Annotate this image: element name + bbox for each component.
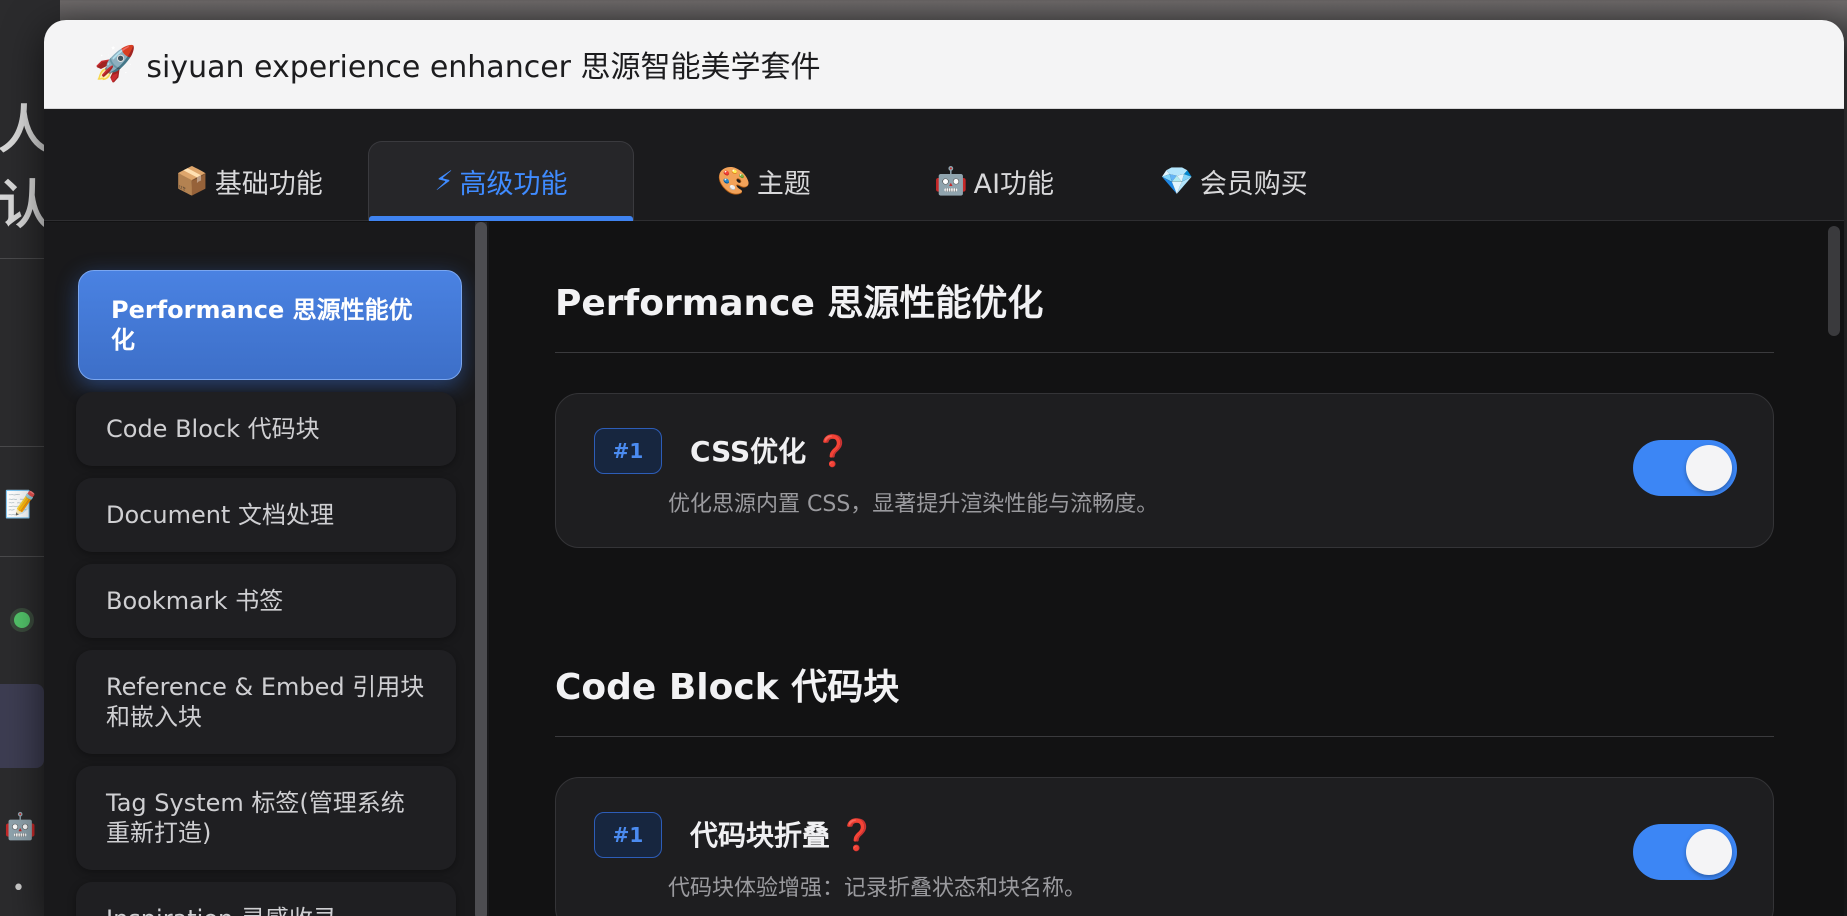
tab-label: 主题 bbox=[756, 168, 811, 200]
background-app-active-item bbox=[0, 684, 44, 768]
rocket-icon: 🚀 bbox=[94, 44, 137, 84]
tab-bar: 📦 基础功能 ⚡ 高级功能 🎨 主题 🤖 AI功能 💎 会员购买 bbox=[44, 109, 1844, 221]
tab-label: 会员购买 bbox=[1199, 168, 1308, 200]
sidebar-item-reference-embed[interactable]: Reference & Embed 引用块和嵌入块 bbox=[76, 650, 456, 754]
setting-title: CSS优化 ❓ bbox=[690, 430, 852, 470]
setting-description: 代码块体验增强：记录折叠状态和块名称。 bbox=[668, 876, 1087, 901]
palette-icon: 🎨 bbox=[717, 166, 751, 197]
setting-description: 优化思源内置 CSS，显著提升渲染性能与流畅度。 bbox=[668, 492, 1159, 517]
dialog-body: Performance 思源性能优化 Code Block 代码块 Docume… bbox=[44, 222, 1844, 916]
memo-icon: 📝 bbox=[4, 490, 37, 520]
tab-basic-features[interactable]: 📦 基础功能 bbox=[134, 141, 364, 221]
dialog-titlebar[interactable]: 🚀 siyuan experience enhancer 思源智能美学套件 bbox=[44, 20, 1844, 109]
package-icon: 📦 bbox=[175, 166, 209, 197]
tab-ai-features[interactable]: 🤖 AI功能 bbox=[904, 141, 1084, 221]
sidebar-item-code-block[interactable]: Code Block 代码块 bbox=[76, 392, 456, 466]
dialog-title: siyuan experience enhancer 思源智能美学套件 bbox=[146, 50, 821, 85]
sidebar-scrollbar[interactable] bbox=[475, 222, 487, 916]
setting-title-text: 代码块折叠 bbox=[690, 819, 831, 852]
section-title-performance: Performance 思源性能优化 bbox=[555, 274, 1774, 353]
settings-content: Performance 思源性能优化 #1 CSS优化 ❓ 优化思源内置 CSS，… bbox=[489, 222, 1844, 916]
robot-icon: 🤖 bbox=[4, 812, 37, 842]
help-icon[interactable]: ❓ bbox=[838, 818, 875, 853]
robot-icon: 🤖 bbox=[933, 166, 968, 197]
sidebar-scrollbar-thumb[interactable] bbox=[475, 222, 487, 916]
lightning-icon: ⚡ bbox=[434, 166, 454, 197]
css-optimize-toggle[interactable] bbox=[1633, 440, 1737, 496]
sidebar-item-tag-system[interactable]: Tag System 标签(管理系统重新打造) bbox=[76, 766, 456, 870]
divider bbox=[0, 556, 44, 557]
bullet-icon: • bbox=[12, 876, 25, 901]
sidebar: Performance 思源性能优化 Code Block 代码块 Docume… bbox=[44, 222, 489, 916]
sidebar-item-inspiration[interactable]: Inspiration 灵感收录 bbox=[76, 882, 456, 916]
setting-title-text: CSS优化 bbox=[690, 435, 807, 468]
setting-card-code-fold: #1 代码块折叠 ❓ 代码块体验增强：记录折叠状态和块名称。 bbox=[555, 777, 1774, 916]
gem-icon: 💎 bbox=[1160, 166, 1194, 197]
sidebar-item-bookmark[interactable]: Bookmark 书签 bbox=[76, 564, 456, 638]
setting-title: 代码块折叠 ❓ bbox=[690, 814, 875, 854]
setting-card-css-optimize: #1 CSS优化 ❓ 优化思源内置 CSS，显著提升渲染性能与流畅度。 bbox=[555, 393, 1774, 548]
divider bbox=[0, 446, 44, 447]
settings-dialog: 🚀 siyuan experience enhancer 思源智能美学套件 📦 … bbox=[44, 20, 1844, 916]
section-title-code-block: Code Block 代码块 bbox=[555, 658, 1774, 737]
tab-theme[interactable]: 🎨 主题 bbox=[674, 141, 854, 221]
tab-membership[interactable]: 💎 会员购买 bbox=[1144, 141, 1324, 221]
tab-label: 基础功能 bbox=[214, 168, 323, 200]
divider bbox=[0, 258, 44, 259]
tab-label: AI功能 bbox=[973, 168, 1055, 200]
tab-advanced-features[interactable]: ⚡ 高级功能 bbox=[368, 141, 634, 221]
tab-label: 高级功能 bbox=[459, 169, 568, 200]
setting-number-badge: #1 bbox=[594, 812, 662, 858]
help-icon[interactable]: ❓ bbox=[814, 434, 851, 469]
code-fold-toggle[interactable] bbox=[1633, 824, 1737, 880]
sidebar-item-performance[interactable]: Performance 思源性能优化 bbox=[78, 270, 462, 380]
status-dot bbox=[10, 608, 34, 632]
toggle-knob bbox=[1686, 445, 1732, 491]
toggle-knob bbox=[1686, 829, 1732, 875]
setting-number-badge: #1 bbox=[594, 428, 662, 474]
content-scrollbar[interactable] bbox=[1826, 222, 1840, 916]
sidebar-item-document[interactable]: Document 文档处理 bbox=[76, 478, 456, 552]
content-scrollbar-thumb[interactable] bbox=[1828, 226, 1840, 336]
